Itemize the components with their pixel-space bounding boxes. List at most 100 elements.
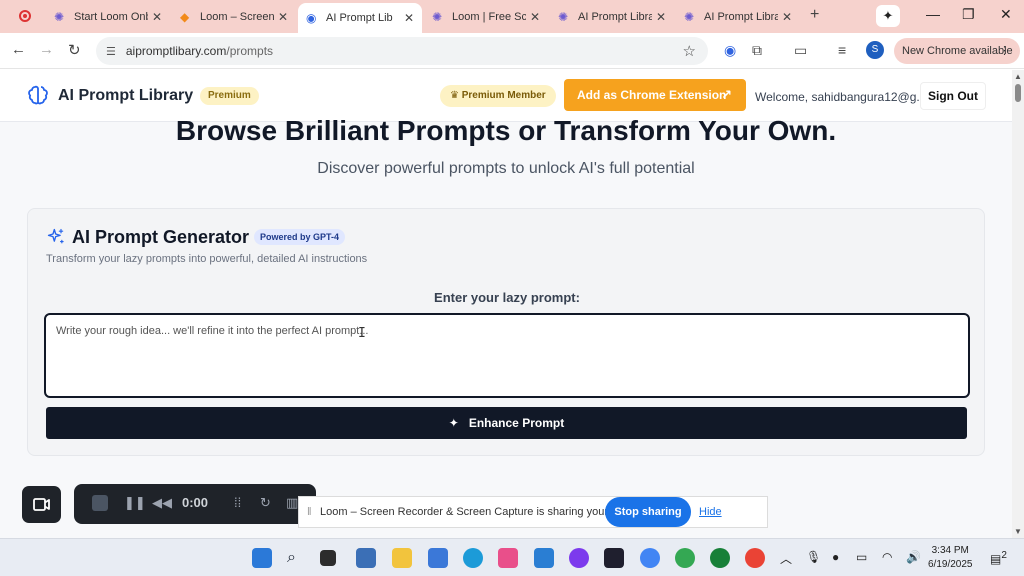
tab-ai-prompt-library-3[interactable]: ✺ AI Prompt Libra ✕ xyxy=(676,3,800,31)
github-icon[interactable] xyxy=(569,548,589,568)
sparkles-icon: ✦ xyxy=(448,416,459,430)
hide-link[interactable]: Hide xyxy=(699,506,722,518)
scroll-up-icon[interactable]: ▲ xyxy=(1014,72,1022,81)
mic-icon[interactable]: ● xyxy=(832,550,839,564)
loom-icon: ✺ xyxy=(558,9,569,24)
taskbar-clock[interactable]: 3:34 PM 6/19/2025 xyxy=(928,544,973,572)
bookmark-star-icon[interactable]: ☆ xyxy=(683,42,696,60)
url-path: /prompts xyxy=(226,44,274,58)
tab-ai-prompt-library-2[interactable]: ✺ AI Prompt Libra ✕ xyxy=(550,3,674,31)
brain-logo-icon xyxy=(28,85,48,105)
tab-ai-prompt-library[interactable]: ◉ AI Prompt Lib ✕ xyxy=(298,3,422,33)
enhance-prompt-button[interactable]: ✦ Enhance Prompt xyxy=(46,407,967,439)
trash-icon[interactable]: ▥ xyxy=(286,495,298,511)
video-camera-icon xyxy=(33,498,50,511)
file-explorer-icon[interactable] xyxy=(392,548,412,568)
url-text: aipromptlibary.com/prompts xyxy=(126,44,273,58)
windows-start-icon[interactable] xyxy=(252,548,272,568)
forward-icon[interactable]: → xyxy=(39,41,54,58)
ai-prompt-icon: ◉ xyxy=(306,10,317,25)
restart-icon[interactable]: ↻ xyxy=(260,495,271,511)
chevron-up-icon[interactable]: ︿ xyxy=(780,550,792,567)
chrome-profile-icon[interactable] xyxy=(675,548,695,568)
loom-camera-button[interactable] xyxy=(22,486,61,523)
jetbrains-icon[interactable] xyxy=(604,548,624,568)
add-chrome-extension-button[interactable]: Add as Chrome Extension ↗ xyxy=(564,79,746,111)
restore-icon[interactable]: ❐ xyxy=(962,6,975,23)
chrome-profile-3-icon[interactable] xyxy=(745,548,765,568)
volume-icon[interactable]: 🔊 xyxy=(906,550,921,564)
gemini-sparkle-icon[interactable]: ✦ xyxy=(876,5,900,27)
vscode-icon[interactable] xyxy=(534,548,554,568)
rewind-icon[interactable]: ◀◀ xyxy=(152,495,172,511)
minimize-icon[interactable]: — xyxy=(926,6,940,22)
extensions-puzzle-icon[interactable]: ⧉ xyxy=(752,42,762,59)
paint-icon[interactable] xyxy=(498,548,518,568)
crown-icon: ♛ xyxy=(450,90,462,101)
member-label: Premium Member xyxy=(461,90,546,101)
lazy-prompt-input[interactable] xyxy=(44,313,970,398)
clock-date: 6/19/2025 xyxy=(928,559,973,570)
close-icon[interactable]: ✕ xyxy=(656,10,666,24)
page-subtitle: Discover powerful prompts to unlock AI's… xyxy=(317,160,695,177)
cast-icon[interactable]: ▭ xyxy=(794,42,807,59)
reading-list-icon[interactable]: ≡ xyxy=(838,42,846,58)
brand-name[interactable]: AI Prompt Library xyxy=(58,87,193,105)
address-bar[interactable]: ☰ aipromptlibary.com/prompts ☆ xyxy=(96,37,708,65)
enhance-label: Enhance Prompt xyxy=(468,416,565,430)
stop-sharing-button[interactable]: Stop sharing xyxy=(605,497,691,527)
sparkles-icon xyxy=(47,228,64,244)
sign-out-button[interactable]: Sign Out xyxy=(920,82,986,110)
close-icon[interactable]: ✕ xyxy=(530,10,540,24)
clock-time: 3:34 PM xyxy=(931,545,969,556)
premium-member-badge: ♛ Premium Member xyxy=(440,85,556,107)
close-icon[interactable]: ✕ xyxy=(152,10,162,24)
widgets-icon[interactable] xyxy=(356,548,376,568)
back-icon[interactable]: ← xyxy=(11,41,26,58)
scrollbar-thumb[interactable] xyxy=(1015,84,1021,102)
tab-label: Start Loom Onb xyxy=(74,11,148,23)
loom-icon: ✺ xyxy=(684,9,695,24)
reload-icon[interactable]: ↻ xyxy=(68,41,81,59)
new-chrome-label: New Chrome available xyxy=(902,45,1013,57)
chrome-icon[interactable] xyxy=(640,548,660,568)
page-scrollbar[interactable]: ▲ ▼ xyxy=(1012,70,1024,538)
search-icon[interactable]: ⌕ xyxy=(287,548,307,568)
drag-grid-icon[interactable]: ⁞⁞ xyxy=(234,495,241,510)
drag-handle-icon[interactable]: ‖ xyxy=(307,506,312,518)
external-link-icon: ↗ xyxy=(721,87,732,102)
premium-badge: Premium xyxy=(200,87,259,105)
profile-avatar[interactable]: S xyxy=(866,41,884,59)
tab-label: AI Prompt Libra xyxy=(578,11,652,23)
tab-loom-free[interactable]: ✺ Loom | Free Scre ✕ xyxy=(424,3,548,31)
window-close-icon[interactable]: ✕ xyxy=(1000,6,1012,23)
stop-recording-icon[interactable] xyxy=(92,495,108,511)
tab-loom-screen[interactable]: ◆ Loom – Screen R ✕ xyxy=(172,3,296,31)
scroll-down-icon[interactable]: ▼ xyxy=(1014,527,1022,536)
pause-icon[interactable]: ❚❚ xyxy=(124,495,146,511)
new-chrome-available-button[interactable]: New Chrome available ⋮ xyxy=(894,38,1020,64)
edge-icon[interactable] xyxy=(463,548,483,568)
close-icon[interactable]: ✕ xyxy=(278,10,288,24)
new-tab-icon[interactable]: + xyxy=(810,6,819,24)
notification-count: 2 xyxy=(1001,550,1007,561)
tab-strip: ✺ Start Loom Onb ✕ ◆ Loom – Screen R ✕ ◉… xyxy=(0,0,1024,33)
microphone-icon[interactable]: 🎙 xyxy=(806,550,821,564)
site-info-icon[interactable]: ☰ xyxy=(106,45,116,58)
wifi-icon[interactable]: ◠ xyxy=(882,550,892,564)
recording-timer: 0:00 xyxy=(182,495,209,510)
tab-start-loom[interactable]: ✺ Start Loom Onb ✕ xyxy=(46,3,170,31)
extension-icon[interactable]: ◉ xyxy=(724,42,736,59)
more-icon[interactable]: ⋮ xyxy=(999,38,1010,64)
chrome-profile-2-icon[interactable] xyxy=(710,548,730,568)
web-page: AI Prompt Library Premium ♛ Premium Memb… xyxy=(0,70,1012,538)
close-icon[interactable]: ✕ xyxy=(404,11,414,25)
windows-taskbar: ⌕ ︿ 🎙 ● ▭ ◠ 🔊 3:34 PM 6/19/2025 ▤2 xyxy=(0,538,1024,576)
prompt-generator-card: AI Prompt Generator Powered by GPT-4 Tra… xyxy=(27,208,985,456)
notifications-icon[interactable]: ▤2 xyxy=(990,550,1007,566)
prompt-input-label: Enter your lazy prompt: xyxy=(434,290,580,305)
battery-icon[interactable]: ▭ xyxy=(856,550,867,564)
microsoft-store-icon[interactable] xyxy=(428,548,448,568)
close-icon[interactable]: ✕ xyxy=(782,10,792,24)
task-view-icon[interactable] xyxy=(320,550,336,566)
